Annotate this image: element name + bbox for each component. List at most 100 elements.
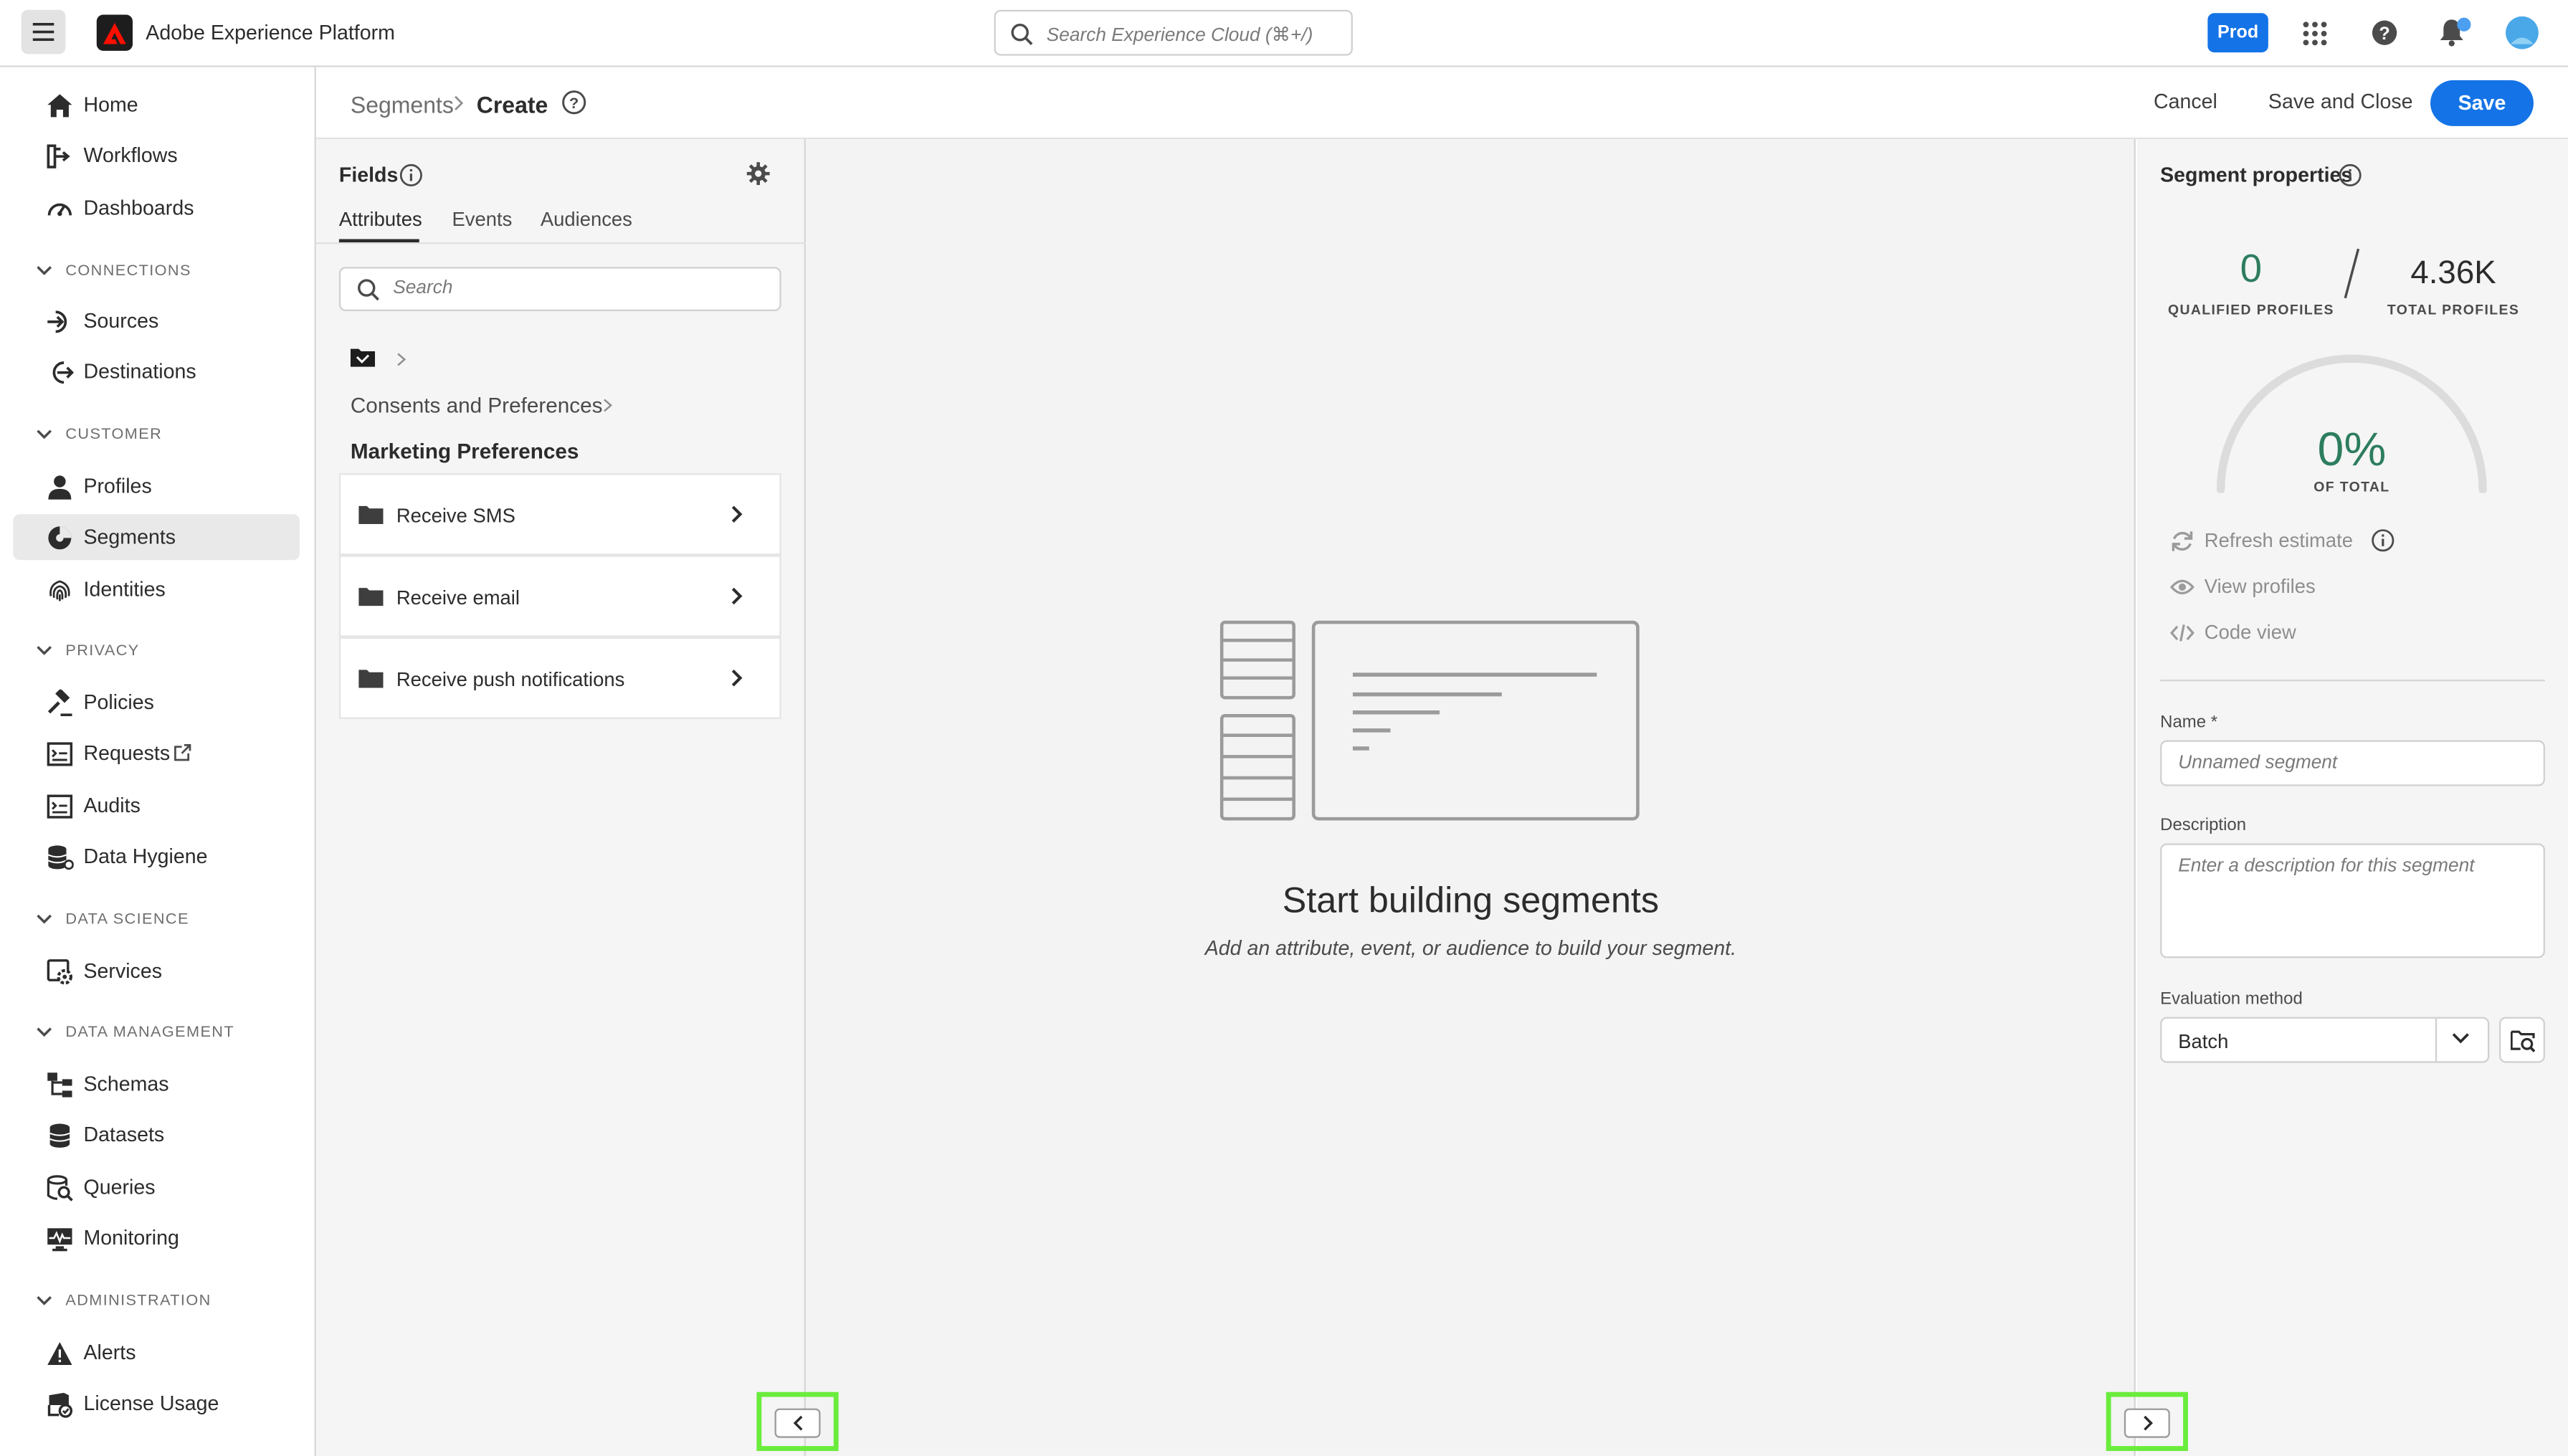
- info-icon[interactable]: [2339, 163, 2362, 186]
- nav-item-queries[interactable]: Queries: [13, 1164, 300, 1210]
- segment-description-input[interactable]: Enter a description for this segment: [2160, 843, 2545, 958]
- qualified-profiles-label: QUALIFIED PROFILES: [2167, 301, 2334, 318]
- nav-label: License Usage: [83, 1391, 219, 1415]
- nav-section-data-management[interactable]: DATA MANAGEMENT: [36, 1020, 234, 1043]
- chevron-right-icon: [2143, 1415, 2152, 1431]
- nav-label: Sources: [83, 309, 159, 333]
- field-row-receive-push[interactable]: Receive push notifications: [338, 637, 781, 719]
- tabs-divider: [315, 242, 806, 244]
- segment-builder-canvas[interactable]: Start building segments Add an attribute…: [805, 139, 2136, 1456]
- nav-section-customer[interactable]: CUSTOMER: [36, 422, 162, 445]
- field-row-receive-sms[interactable]: Receive SMS: [338, 473, 781, 556]
- nav-label: Workflows: [83, 144, 178, 168]
- nav-item-services[interactable]: Services: [13, 948, 300, 994]
- nav-label: Destinations: [83, 360, 196, 384]
- tab-audiences[interactable]: Audiences: [541, 208, 632, 231]
- nav-label: Profiles: [83, 475, 152, 498]
- nav-item-license-usage[interactable]: License Usage: [13, 1381, 300, 1427]
- requests-icon: [47, 742, 73, 766]
- percent-of-total-label: OF TOTAL: [2313, 478, 2390, 495]
- search-icon: [1011, 24, 1033, 45]
- settings-gear-icon[interactable]: [746, 162, 770, 186]
- nav-item-segments[interactable]: Segments: [13, 514, 300, 561]
- notifications-bell-icon[interactable]: [2438, 16, 2471, 47]
- root-folder-icon[interactable]: [350, 347, 376, 367]
- collapse-fields-panel-button[interactable]: [756, 1391, 839, 1451]
- sandbox-switcher-button[interactable]: Prod: [2207, 13, 2268, 53]
- nav-item-alerts[interactable]: Alerts: [13, 1330, 300, 1376]
- fields-search-input[interactable]: Search: [338, 267, 781, 312]
- nav-item-schemas[interactable]: Schemas: [13, 1061, 300, 1107]
- nav-item-policies[interactable]: Policies: [13, 680, 300, 725]
- code-icon: [2169, 624, 2194, 641]
- nav-section-title: DATA SCIENCE: [65, 909, 189, 928]
- database-clean-icon: [47, 845, 74, 870]
- workflows-icon: [47, 144, 70, 168]
- tab-attributes[interactable]: Attributes: [339, 208, 422, 231]
- segment-name-input[interactable]: Unnamed segment: [2160, 740, 2545, 786]
- fields-title: Fields: [338, 163, 399, 187]
- nav-item-profiles[interactable]: Profiles: [13, 463, 300, 509]
- chevron-down-icon: [37, 429, 52, 439]
- code-view-button[interactable]: Code view: [2169, 617, 2296, 647]
- nav-section-administration[interactable]: ADMINISTRATION: [36, 1289, 211, 1312]
- cancel-button[interactable]: Cancel: [2154, 90, 2217, 113]
- services-icon: [47, 959, 72, 985]
- destinations-icon: [52, 361, 74, 384]
- refresh-icon: [2172, 530, 2193, 551]
- breadcrumb-segments-link[interactable]: Segments: [351, 92, 454, 118]
- nav-item-home[interactable]: Home: [13, 82, 300, 128]
- nav-section-title: CUSTOMER: [65, 424, 163, 443]
- nav-item-data-hygiene[interactable]: Data Hygiene: [13, 834, 300, 880]
- chevron-down-icon: [37, 646, 52, 655]
- segment-description-placeholder: Enter a description for this segment: [2178, 856, 2475, 877]
- tab-events[interactable]: Events: [452, 208, 512, 231]
- nav-item-audits[interactable]: Audits: [13, 783, 300, 829]
- nav-label: Queries: [83, 1176, 156, 1199]
- properties-divider: [2160, 680, 2545, 682]
- nav-section-data-science[interactable]: DATA SCIENCE: [36, 908, 189, 931]
- nav-item-dashboards[interactable]: Dashboards: [13, 185, 300, 231]
- nav-item-destinations[interactable]: Destinations: [13, 349, 300, 395]
- alert-icon: [47, 1342, 72, 1366]
- field-row-receive-email[interactable]: Receive email: [338, 555, 781, 637]
- global-search-placeholder: Search Experience Cloud (⌘+/): [1046, 26, 1313, 46]
- help-circle-icon[interactable]: ?: [562, 90, 586, 115]
- nav-label: Policies: [83, 691, 154, 714]
- description-label: Description: [2160, 815, 2247, 836]
- nav-item-monitoring[interactable]: Monitoring: [13, 1215, 300, 1261]
- nav-item-sources[interactable]: Sources: [13, 298, 300, 344]
- evaluation-method-value: Batch: [2178, 1029, 2229, 1053]
- path-consents-link[interactable]: Consents and Preferences: [351, 393, 603, 417]
- refresh-estimate-button[interactable]: Refresh estimate: [2170, 525, 2353, 555]
- collapse-right-inner: [2124, 1408, 2170, 1438]
- evaluation-method-details-button[interactable]: [2498, 1017, 2545, 1063]
- nav-section-title: ADMINISTRATION: [65, 1291, 211, 1310]
- nav-label: Schemas: [83, 1072, 169, 1096]
- top-bar: Adobe Experience Platform Search Experie…: [0, 0, 2568, 67]
- info-icon[interactable]: [399, 163, 422, 186]
- nav-section-privacy[interactable]: PRIVACY: [36, 639, 139, 662]
- nav-item-workflows[interactable]: Workflows: [13, 133, 300, 179]
- folder-icon: [358, 588, 384, 606]
- view-profiles-button[interactable]: View profiles: [2169, 571, 2316, 601]
- help-icon[interactable]: ?: [2372, 19, 2398, 46]
- save-button[interactable]: Save: [2430, 80, 2534, 126]
- search-icon: [358, 279, 379, 301]
- nav-item-identities[interactable]: Identities: [13, 566, 300, 612]
- evaluation-method-select[interactable]: Batch: [2160, 1017, 2490, 1063]
- field-label: Receive push notifications: [396, 668, 625, 692]
- queries-icon: [47, 1175, 73, 1202]
- adobe-logo[interactable]: [96, 14, 133, 51]
- info-icon[interactable]: [2372, 529, 2395, 552]
- hamburger-menu-button[interactable]: [21, 9, 66, 54]
- nav-section-connections[interactable]: CONNECTIONS: [36, 259, 191, 282]
- global-search-input[interactable]: Search Experience Cloud (⌘+/): [994, 9, 1353, 56]
- user-avatar[interactable]: [2506, 16, 2539, 49]
- apps-grid-icon[interactable]: [2303, 22, 2327, 46]
- collapse-properties-panel-button[interactable]: [2106, 1391, 2188, 1451]
- nav-item-requests[interactable]: Requests: [13, 731, 300, 776]
- chevron-down-icon: [2452, 1033, 2469, 1044]
- save-and-close-button[interactable]: Save and Close: [2268, 90, 2413, 113]
- nav-item-datasets[interactable]: Datasets: [13, 1112, 300, 1158]
